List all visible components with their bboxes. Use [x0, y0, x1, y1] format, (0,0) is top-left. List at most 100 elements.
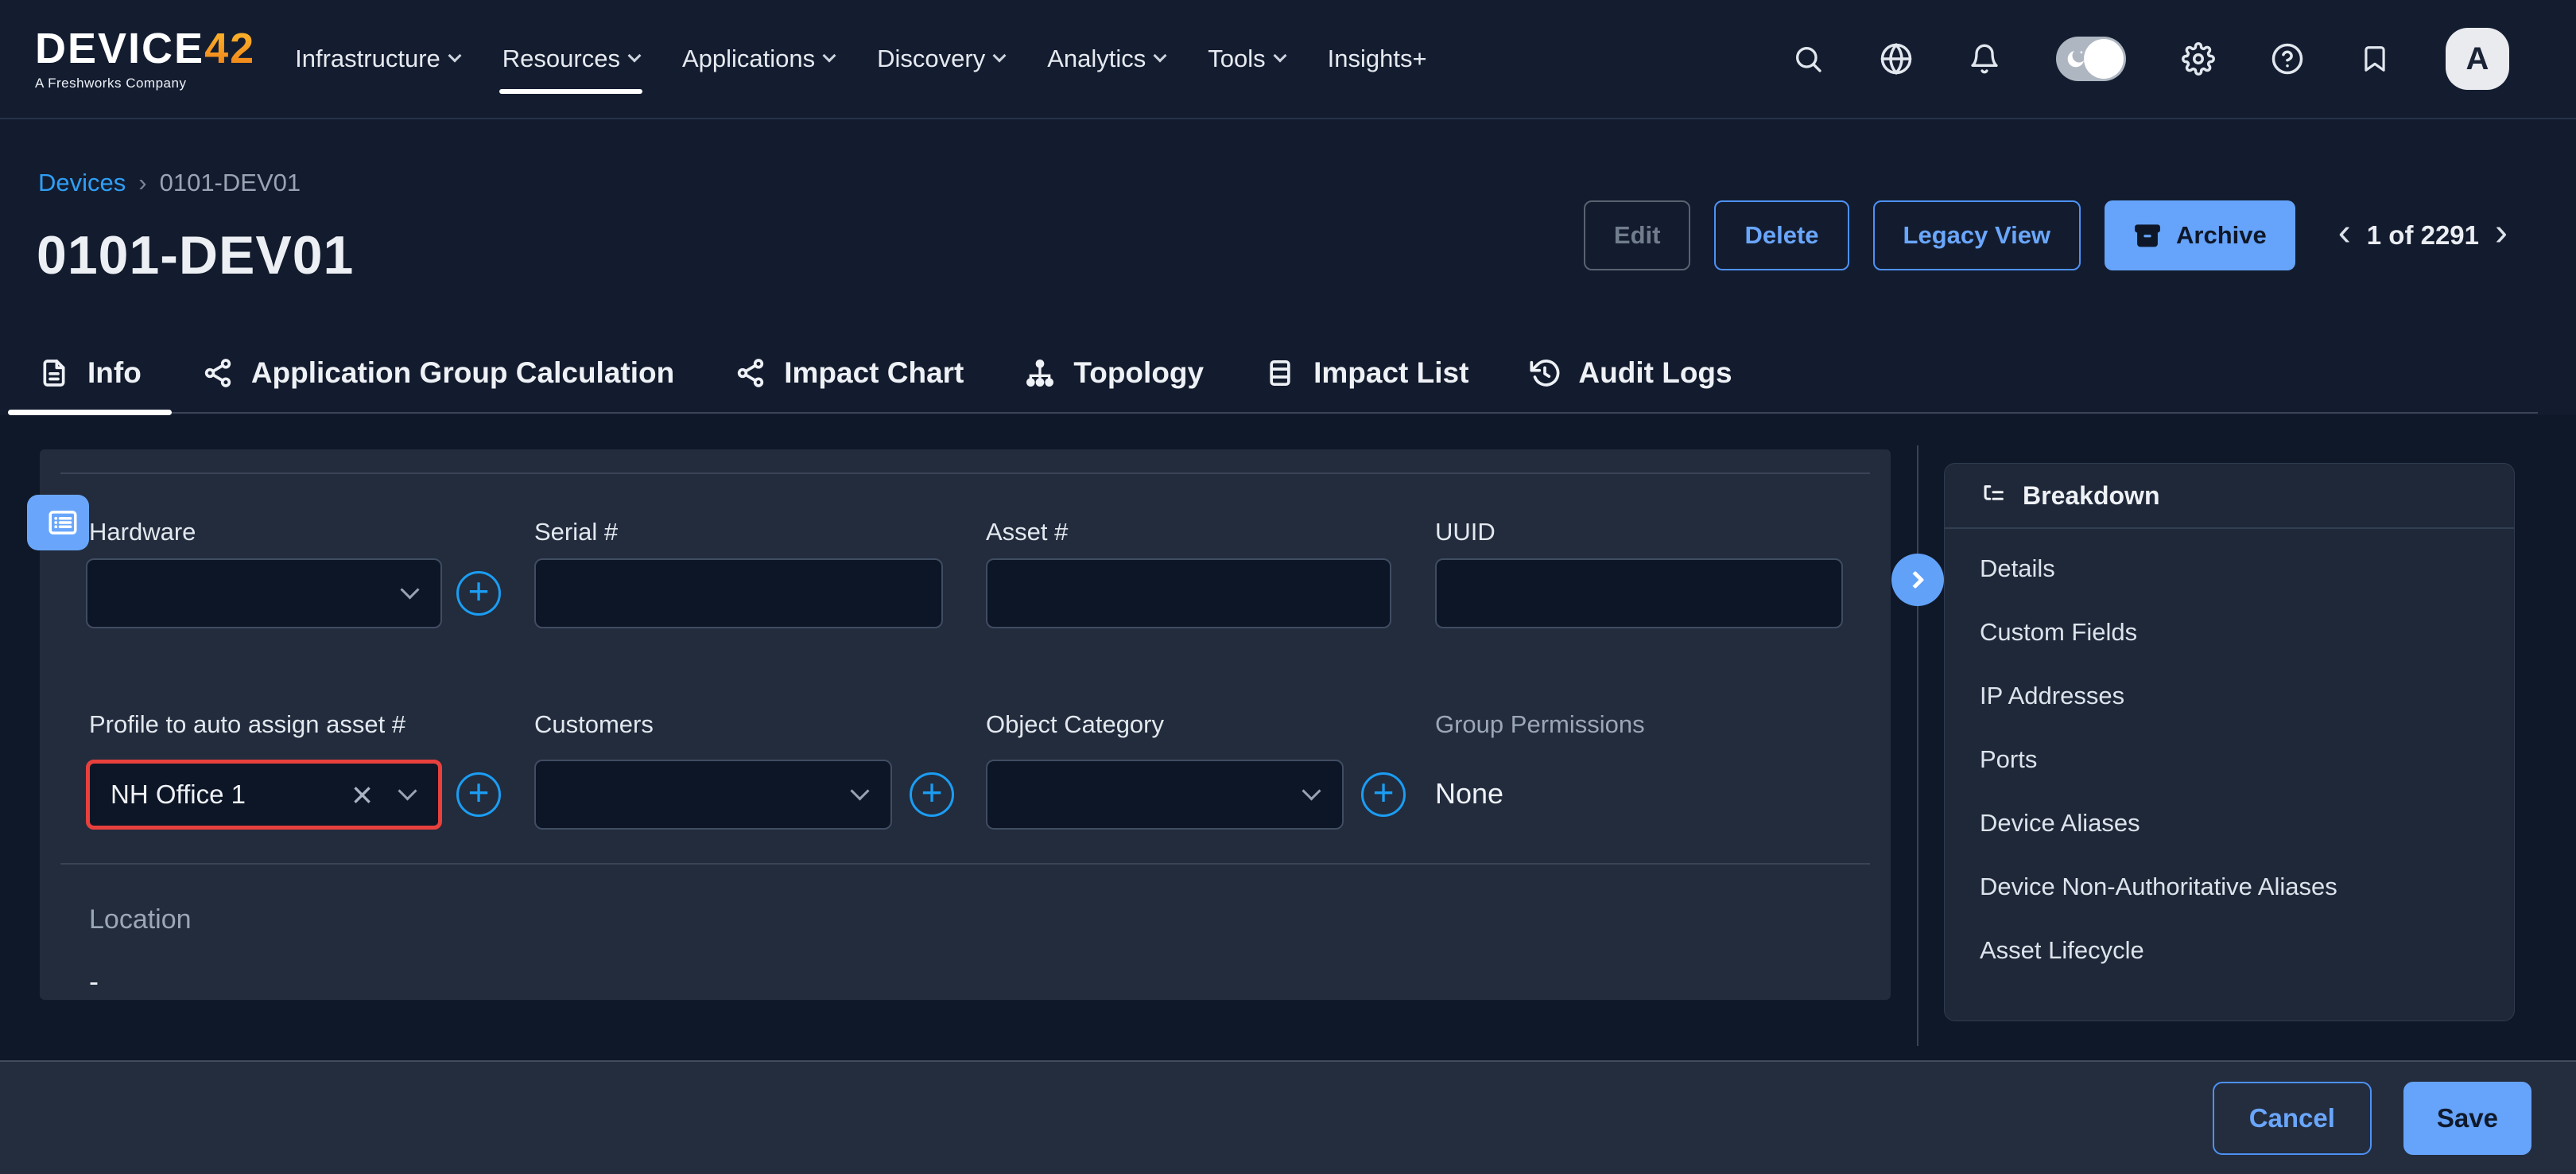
globe-icon[interactable]: [1880, 42, 1913, 76]
chevron-down-icon: [993, 49, 1007, 63]
group-permissions-label: Group Permissions: [1435, 710, 1645, 739]
menu-insights-plus[interactable]: Insights+: [1328, 0, 1427, 118]
breadcrumb-devices-link[interactable]: Devices: [38, 169, 126, 197]
device-tabs: Info Application Group Calculation Impac…: [8, 334, 2538, 414]
archive-button[interactable]: Archive: [2105, 200, 2295, 270]
hardware-label: Hardware: [89, 518, 196, 546]
delete-button[interactable]: Delete: [1714, 200, 1849, 270]
page-title: 0101-DEV01: [37, 224, 354, 286]
breakdown-list: Details Custom Fields IP Addresses Ports…: [1945, 529, 2514, 982]
profile-auto-assign-select[interactable]: NH Office 1 ×: [86, 760, 442, 830]
menu-discovery[interactable]: Discovery: [877, 0, 1004, 118]
add-object-category-button[interactable]: +: [1361, 772, 1406, 817]
menu-analytics[interactable]: Analytics: [1047, 0, 1165, 118]
add-profile-button[interactable]: +: [456, 772, 501, 817]
asset-input[interactable]: [986, 558, 1391, 628]
list-icon: [46, 506, 80, 539]
tab-impact-chart[interactable]: Impact Chart: [704, 334, 994, 412]
asset-label: Asset #: [986, 518, 1068, 546]
main-menu: Infrastructure Resources Applications Di…: [295, 0, 1426, 118]
menu-applications[interactable]: Applications: [682, 0, 834, 118]
sidebar-item-device-aliases[interactable]: Device Aliases: [1945, 791, 2514, 855]
legacy-view-button[interactable]: Legacy View: [1873, 200, 2081, 270]
profile-auto-assign-label: Profile to auto assign asset #: [89, 710, 405, 739]
location-label: Location: [89, 904, 192, 935]
theme-toggle[interactable]: [2056, 37, 2126, 81]
device42-logo[interactable]: DEVICE42 A Freshworks Company: [35, 27, 255, 91]
clear-selection-icon[interactable]: ×: [351, 776, 373, 813]
tab-audit-logs[interactable]: Audit Logs: [1499, 334, 1762, 412]
sidebar-collapse-button[interactable]: [1891, 554, 1944, 606]
sidebar-item-device-non-authoritative-aliases[interactable]: Device Non-Authoritative Aliases: [1945, 855, 2514, 919]
pager-next-icon[interactable]: ›: [2495, 214, 2508, 257]
archive-label: Archive: [2176, 221, 2267, 250]
hardware-select[interactable]: [86, 558, 442, 628]
topology-tree-icon: [1024, 357, 1056, 389]
breakdown-sidebar: Breakdown Details Custom Fields IP Addre…: [1944, 463, 2515, 1021]
sidebar-item-custom-fields[interactable]: Custom Fields: [1945, 601, 2514, 664]
hub-network-icon: [735, 357, 766, 389]
chevron-down-icon: [850, 781, 869, 800]
notifications-bell-icon[interactable]: [1969, 43, 2000, 75]
location-value: -: [89, 965, 99, 998]
content-area: Hardware Serial # Asset # UUID + Profile…: [0, 415, 2576, 1060]
section-divider: [60, 472, 1870, 474]
chevron-down-icon: [398, 781, 417, 800]
customers-select[interactable]: [534, 760, 892, 830]
pager-label: 1 of 2291: [2367, 220, 2479, 251]
breadcrumb-separator: ›: [138, 169, 146, 197]
add-hardware-button[interactable]: +: [456, 571, 501, 616]
device-info-form-panel: Hardware Serial # Asset # UUID + Profile…: [40, 449, 1891, 1000]
top-navigation-bar: DEVICE42 A Freshworks Company Infrastruc…: [0, 0, 2576, 119]
panel-sidebar-divider: [1917, 445, 1918, 1046]
breakdown-tree-icon: [1980, 482, 2007, 509]
search-icon[interactable]: [1792, 43, 1824, 75]
menu-infrastructure[interactable]: Infrastructure: [295, 0, 460, 118]
serial-input[interactable]: [534, 558, 943, 628]
help-icon[interactable]: [2271, 42, 2304, 76]
tab-info[interactable]: Info: [8, 334, 172, 412]
chevron-right-icon: [1907, 571, 1925, 589]
history-clock-icon: [1529, 357, 1561, 389]
bookmark-icon[interactable]: [2360, 44, 2390, 74]
customers-label: Customers: [534, 710, 654, 739]
hub-network-icon: [202, 357, 234, 389]
sidebar-item-ports[interactable]: Ports: [1945, 728, 2514, 791]
breadcrumb-current: 0101-DEV01: [160, 169, 301, 197]
profile-select-value: NH Office 1: [111, 779, 246, 810]
object-category-label: Object Category: [986, 710, 1164, 739]
pager-previous-icon[interactable]: ‹: [2338, 214, 2351, 257]
tab-topology[interactable]: Topology: [994, 334, 1234, 412]
breadcrumb: Devices › 0101-DEV01: [38, 169, 301, 197]
logo-tagline: A Freshworks Company: [35, 76, 255, 91]
object-category-select[interactable]: [986, 760, 1344, 830]
logo-accent-42: 42: [204, 25, 255, 72]
chevron-down-icon: [627, 49, 641, 63]
chevron-down-icon: [1302, 781, 1321, 800]
uuid-label: UUID: [1435, 518, 1496, 546]
breakdown-title: Breakdown: [2023, 481, 2159, 511]
breakdown-header: Breakdown: [1945, 464, 2514, 529]
save-button[interactable]: Save: [2403, 1082, 2531, 1155]
sidebar-item-details[interactable]: Details: [1945, 537, 2514, 601]
tab-impact-list[interactable]: Impact List: [1234, 334, 1499, 412]
archive-icon: [2133, 221, 2162, 250]
section-nav-toggle-button[interactable]: [27, 495, 89, 550]
section-divider: [60, 863, 1870, 865]
sidebar-item-ip-addresses[interactable]: IP Addresses: [1945, 664, 2514, 728]
logo-wordmark: DEVICE42: [35, 27, 255, 70]
group-permissions-value: None: [1435, 777, 1503, 811]
add-customer-button[interactable]: +: [910, 772, 954, 817]
rows-list-icon: [1264, 357, 1296, 389]
menu-resources[interactable]: Resources: [502, 0, 639, 118]
menu-tools[interactable]: Tools: [1208, 0, 1284, 118]
user-avatar[interactable]: A: [2446, 28, 2509, 90]
cancel-button[interactable]: Cancel: [2213, 1082, 2372, 1155]
edit-button[interactable]: Edit: [1584, 200, 1691, 270]
form-action-footer: Cancel Save: [0, 1060, 2576, 1174]
chevron-down-icon: [1154, 49, 1167, 63]
sidebar-item-asset-lifecycle[interactable]: Asset Lifecycle: [1945, 919, 2514, 982]
settings-gear-icon[interactable]: [2182, 42, 2215, 76]
uuid-input[interactable]: [1435, 558, 1843, 628]
tab-application-group-calculation[interactable]: Application Group Calculation: [172, 334, 704, 412]
